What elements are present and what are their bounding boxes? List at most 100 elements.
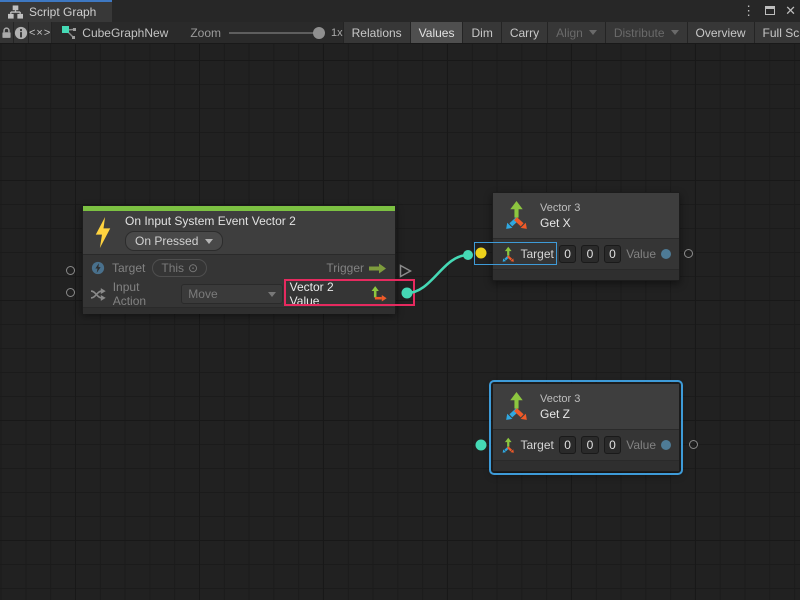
node-on-input-system-event[interactable]: On Input System Event Vector 2 On Presse…: [82, 205, 396, 313]
zoom-slider-knob[interactable]: [313, 27, 325, 39]
chevron-down-icon: [205, 239, 213, 244]
getz-header: Vector 3 Get Z: [493, 384, 679, 430]
menu-icon[interactable]: ⋮: [742, 0, 755, 22]
graph-asset-icon: [62, 26, 77, 40]
input-action-value: Move: [188, 287, 217, 301]
trigger-output-port[interactable]: [399, 264, 412, 278]
getx-value-x-field[interactable]: 0: [559, 245, 576, 263]
getx-value-label: Value: [626, 247, 656, 261]
code-preview-button[interactable]: <×>: [29, 22, 52, 43]
lock-button[interactable]: [0, 22, 14, 43]
event-node-footer: [83, 307, 395, 314]
event-target-row: Target This ⊙ Trigger: [83, 255, 395, 281]
event-mode-value: On Pressed: [135, 234, 198, 248]
align-button[interactable]: Align: [547, 22, 605, 43]
getx-footer: [493, 269, 679, 280]
toolbar-toggles: Relations Values Dim Carry Align Distrib…: [343, 22, 800, 43]
graph-breadcrumb[interactable]: CubeGraphNew: [62, 22, 168, 43]
event-target-icon: [91, 261, 105, 275]
input-action-icon: [91, 288, 106, 301]
target-label: Target: [112, 261, 145, 275]
connection-layer: [0, 44, 800, 600]
getx-target-label: Target: [520, 247, 553, 261]
connection-endpoint-dot: [463, 250, 473, 260]
trigger-arrow-icon: [369, 263, 387, 274]
lightning-bolt-icon: [93, 217, 113, 248]
vector2-value-label: Vector 2 Value: [290, 280, 366, 308]
getx-target-input-port: [476, 248, 487, 259]
getz-target-input-port: [476, 440, 487, 451]
event-input-action-input-port[interactable]: [66, 288, 75, 297]
fullscreen-button[interactable]: Full Screen: [754, 22, 800, 43]
vector2-value-output-port: [402, 288, 413, 299]
unity-script-graph-window: Script Graph ⋮ ✕ <×>: [0, 0, 800, 600]
overview-button[interactable]: Overview: [687, 22, 754, 43]
carry-button[interactable]: Carry: [501, 22, 547, 43]
getz-target-row: Target 0 0 0 Value: [493, 430, 679, 460]
trigger-label: Trigger: [326, 261, 364, 275]
lock-icon: [0, 26, 13, 40]
close-icon[interactable]: ✕: [785, 0, 796, 22]
zoom-value: 1x: [331, 27, 343, 39]
vector3-icon: [503, 391, 530, 422]
getx-header: Vector 3 Get X: [493, 193, 679, 239]
node-vector3-get-z[interactable]: Vector 3 Get Z Target 0 0 0 Value: [492, 383, 680, 472]
getz-type-label: Vector 3: [540, 393, 580, 405]
maximize-glyph: [765, 6, 775, 15]
values-button[interactable]: Values: [410, 22, 463, 43]
getz-value-y-field[interactable]: 0: [581, 436, 598, 454]
getz-target-label: Target: [520, 438, 553, 452]
distribute-button[interactable]: Distribute: [605, 22, 687, 43]
getx-value-y-field[interactable]: 0: [581, 245, 598, 263]
chevron-down-icon: [671, 30, 679, 35]
vector2-type-icon: [370, 286, 387, 302]
input-action-dropdown[interactable]: Move: [181, 284, 282, 304]
getz-value-output-port[interactable]: [689, 440, 698, 449]
info-icon: [14, 26, 28, 40]
event-mode-dropdown[interactable]: On Pressed: [125, 231, 223, 251]
graph-name: CubeGraphNew: [82, 26, 168, 40]
dim-button[interactable]: Dim: [462, 22, 500, 43]
getx-value-z-field[interactable]: 0: [604, 245, 621, 263]
getz-footer: [493, 460, 679, 471]
event-input-action-row: Input Action Move Vector 2 Value: [83, 281, 395, 307]
graph-canvas[interactable]: On Input System Event Vector 2 On Presse…: [0, 44, 800, 600]
zoom-slider[interactable]: [229, 32, 323, 34]
vector2-value-output: Vector 2 Value: [290, 280, 387, 308]
object-picker-icon: ⊙: [188, 261, 198, 275]
node-vector3-get-x[interactable]: Vector 3 Get X Target 0 0 0 Value: [492, 192, 680, 281]
info-button[interactable]: [14, 22, 29, 43]
script-graph-icon: [8, 5, 23, 20]
input-action-label: Input Action: [113, 280, 175, 308]
align-label: Align: [556, 26, 583, 40]
getx-value-port[interactable]: [661, 249, 671, 259]
event-node-title: On Input System Event Vector 2: [125, 214, 296, 228]
zoom-label: Zoom: [190, 26, 221, 40]
event-node-header: On Input System Event Vector 2 On Presse…: [83, 211, 395, 255]
trigger-output: Trigger: [326, 261, 387, 275]
tab-script-graph[interactable]: Script Graph: [0, 0, 112, 22]
vector3-mini-icon: [501, 246, 515, 263]
vector3-mini-icon: [501, 437, 515, 454]
getz-value-x-field[interactable]: 0: [559, 436, 576, 454]
getz-value-port[interactable]: [661, 440, 671, 450]
connection-wire: [407, 255, 468, 293]
chevron-down-icon: [589, 30, 597, 35]
zoom-control: Zoom 1x: [190, 22, 342, 43]
titlebar: Script Graph ⋮ ✕: [0, 0, 800, 22]
getx-value-output-port[interactable]: [684, 249, 693, 258]
getx-name-label: Get X: [540, 216, 580, 230]
getx-type-label: Vector 3: [540, 202, 580, 214]
vector3-icon: [503, 200, 530, 231]
getz-value-z-field[interactable]: 0: [604, 436, 621, 454]
target-this-value: This: [161, 261, 184, 275]
window-controls: ⋮ ✕: [742, 0, 796, 22]
maximize-icon[interactable]: [765, 0, 775, 22]
code-icon: <×>: [29, 27, 51, 39]
distribute-label: Distribute: [614, 26, 665, 40]
getz-value-label: Value: [626, 438, 656, 452]
getz-name-label: Get Z: [540, 407, 580, 421]
target-this-chip[interactable]: This ⊙: [152, 259, 207, 277]
event-target-input-port[interactable]: [66, 266, 75, 275]
relations-button[interactable]: Relations: [343, 22, 410, 43]
